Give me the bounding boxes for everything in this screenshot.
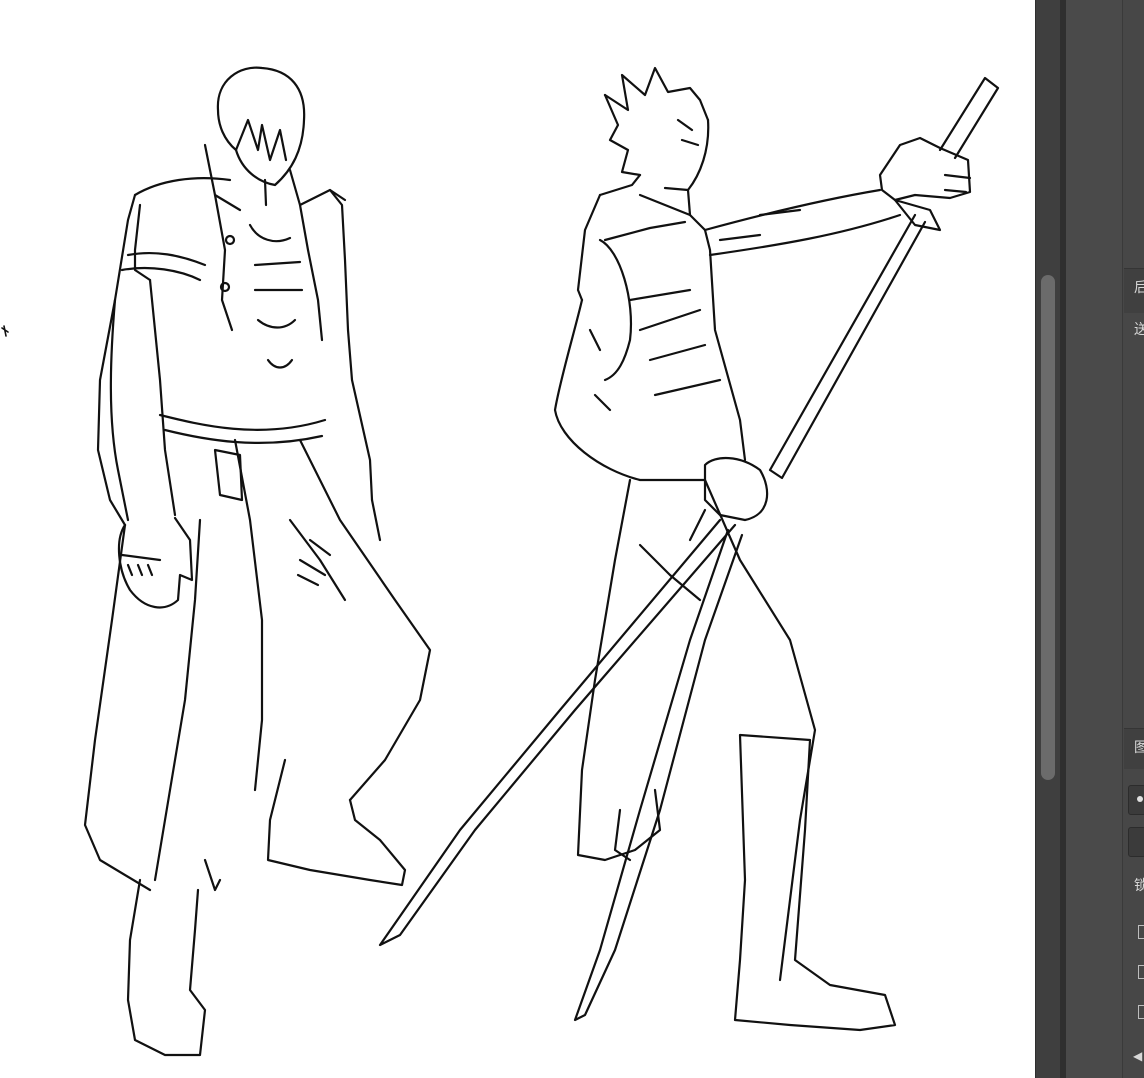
line-art-sketch bbox=[1, 66, 1000, 1057]
lock-checkbox-3[interactable] bbox=[1138, 1005, 1144, 1019]
lock-checkbox-2[interactable] bbox=[1138, 965, 1144, 979]
blend-mode-icon bbox=[1137, 796, 1143, 802]
cursor-mark bbox=[1, 325, 9, 337]
drawing-canvas[interactable] bbox=[0, 0, 1035, 1078]
figure-sword-character bbox=[378, 66, 1000, 1032]
lock-label: 锁 bbox=[1134, 878, 1144, 894]
side-panel-strip bbox=[1122, 0, 1144, 1078]
panel-tab-label: 后 bbox=[1134, 280, 1144, 296]
layer-panel-title: 图 bbox=[1134, 740, 1144, 756]
lock-checkbox-1[interactable] bbox=[1138, 925, 1144, 939]
vertical-scrollbar-thumb[interactable] bbox=[1041, 275, 1055, 780]
opacity-field[interactable] bbox=[1128, 827, 1144, 857]
arrow-left-icon[interactable]: ◀ bbox=[1133, 1048, 1142, 1064]
panel-tab-label-secondary: 送 bbox=[1134, 322, 1144, 338]
figure-coat-character bbox=[83, 66, 432, 1057]
